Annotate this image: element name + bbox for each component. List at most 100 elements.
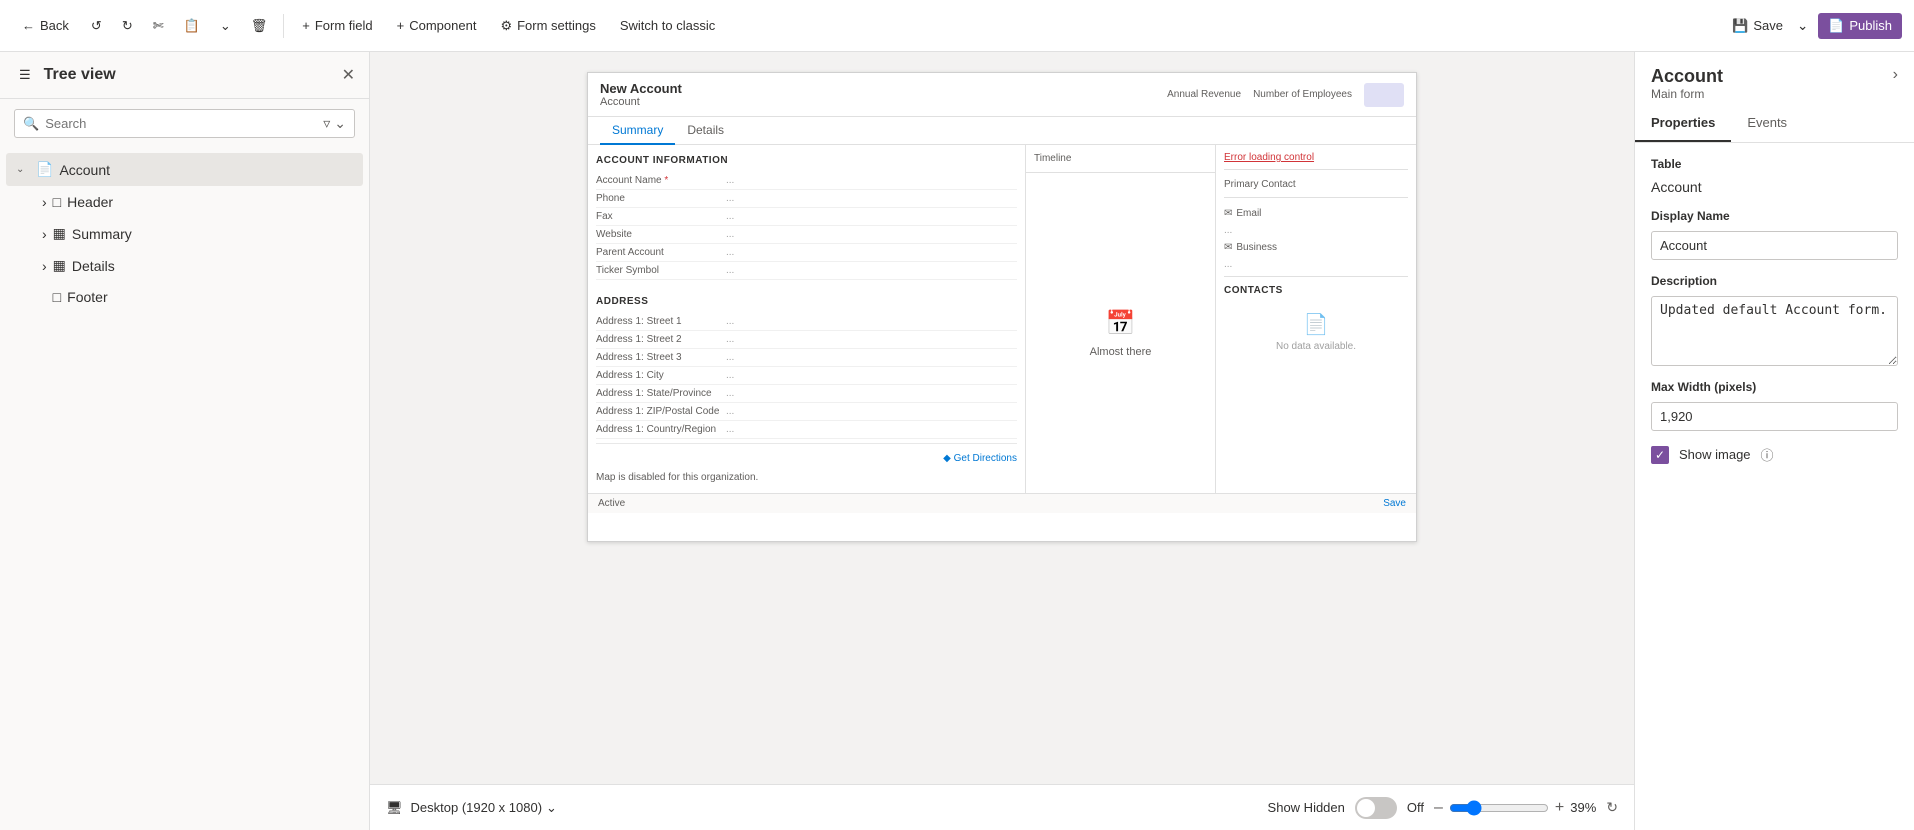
tree-item-footer[interactable]: › □ Footer	[6, 282, 363, 312]
address-section: ADDRESS Address 1: Street 1 ... Address …	[588, 286, 1025, 493]
show-image-checkbox[interactable]: ✓	[1651, 446, 1669, 464]
form-settings-label: Form settings	[517, 18, 596, 33]
hamburger-button[interactable]: ☰	[14, 64, 36, 86]
save-button[interactable]: 💾 Save	[1724, 13, 1791, 39]
form-save-btn[interactable]: Save	[1383, 498, 1406, 509]
search-input[interactable]	[45, 116, 317, 131]
form-field-button[interactable]: + Form field	[292, 13, 382, 38]
desktop-dropdown[interactable]: Desktop (1920 x 1080) ⌄	[411, 800, 557, 816]
filter-chevron-button[interactable]: ⌄	[334, 115, 346, 132]
right-panel-header: Account Main form ›	[1635, 52, 1914, 105]
form-status: Active	[598, 498, 625, 509]
description-section: Description Updated default Account form…	[1651, 274, 1898, 366]
display-name-input[interactable]	[1651, 231, 1898, 260]
tree-item-account[interactable]: ⌄ 📄 Account	[6, 153, 363, 186]
display-name-label: Display Name	[1651, 209, 1898, 223]
right-tabs: Properties Events	[1635, 105, 1914, 143]
form-settings-button[interactable]: ⚙ Form settings	[490, 13, 605, 39]
description-label: Description	[1651, 274, 1898, 288]
field-street3: Address 1: Street 3 ...	[596, 349, 1017, 367]
form-preview-title: New Account	[600, 81, 682, 96]
publish-button[interactable]: 📄 Publish	[1818, 13, 1902, 39]
no-data-label: No data available.	[1276, 341, 1356, 352]
field-website: Website ...	[596, 226, 1017, 244]
description-textarea[interactable]: Updated default Account form.	[1651, 296, 1898, 366]
component-button[interactable]: + Component	[387, 13, 487, 38]
tab-summary[interactable]: Summary	[600, 117, 675, 145]
desktop-label: Desktop (1920 x 1080)	[411, 800, 543, 815]
tree-item-summary-label: Summary	[72, 226, 132, 242]
monitor-icon: 🖥	[386, 800, 403, 816]
back-icon: ←	[22, 18, 35, 33]
info-icon[interactable]: ⓘ	[1761, 445, 1774, 464]
business-val: ...	[1224, 259, 1408, 270]
redo-button[interactable]: ↻	[114, 13, 141, 39]
bottom-left: 🖥 Desktop (1920 x 1080) ⌄	[386, 800, 557, 816]
back-button[interactable]: ← Back	[12, 13, 79, 38]
plus-icon-1: +	[302, 18, 310, 33]
tab-properties[interactable]: Properties	[1635, 105, 1731, 142]
zoom-percentage: 39%	[1570, 800, 1596, 815]
zoom-slider[interactable]	[1449, 800, 1549, 816]
tree-item-footer-label: Footer	[67, 289, 107, 305]
panel-close-button[interactable]: ✕	[342, 65, 355, 85]
undo-button[interactable]: ↺	[83, 13, 110, 39]
max-width-label: Max Width (pixels)	[1651, 380, 1898, 394]
tree-item-header[interactable]: › □ Header	[6, 187, 363, 217]
business-icon: ✉	[1224, 242, 1232, 253]
max-width-input[interactable]	[1651, 402, 1898, 431]
cut-button[interactable]: ✄	[145, 13, 172, 39]
error-loading-link[interactable]: Error loading control	[1224, 152, 1314, 163]
get-directions-row: ◆ Get Directions	[596, 443, 1017, 468]
field-city: Address 1: City ...	[596, 367, 1017, 385]
form-right-column: Error loading control Primary Contact ✉ …	[1216, 145, 1416, 493]
table-label: Table	[1651, 157, 1898, 171]
switch-classic-label: Switch to classic	[620, 18, 715, 33]
show-hidden-label: Show Hidden	[1268, 800, 1345, 815]
right-panel-chevron-button[interactable]: ›	[1893, 66, 1898, 84]
tree-item-summary[interactable]: › ▦ Summary	[6, 218, 363, 249]
field-fax: Fax ...	[596, 208, 1017, 226]
field-ticker: Ticker Symbol ...	[596, 262, 1017, 280]
publish-label: Publish	[1849, 18, 1892, 33]
toggle-track[interactable]	[1355, 797, 1397, 819]
tab-details[interactable]: Details	[675, 117, 736, 145]
email-row: ✉ Email	[1224, 202, 1408, 225]
dropdown-button[interactable]: ⌄	[212, 13, 239, 39]
field-zip: Address 1: ZIP/Postal Code ...	[596, 403, 1017, 421]
save-icon: 💾	[1732, 18, 1748, 34]
chevron-down-icon: ⌄	[16, 164, 30, 175]
save-chevron-button[interactable]: ⌄	[1791, 13, 1814, 39]
filter-button[interactable]: ▿	[323, 115, 330, 132]
account-info-section: ACCOUNT INFORMATION Account Name * ... P…	[588, 145, 1025, 286]
account-icon: 📄	[36, 161, 53, 178]
tree-item-header-label: Header	[67, 194, 113, 210]
reset-zoom-button[interactable]: ↻	[1606, 799, 1618, 816]
show-hidden-toggle[interactable]	[1355, 797, 1397, 819]
show-image-row: ✓ Show image ⓘ	[1651, 445, 1898, 464]
employees-label: Number of Employees	[1253, 89, 1352, 100]
show-image-label: Show image	[1679, 447, 1751, 462]
table-value: Account	[1651, 179, 1898, 195]
timeline-label: Timeline	[1026, 145, 1215, 173]
divider-1	[1224, 169, 1408, 170]
tab-events[interactable]: Events	[1731, 105, 1803, 142]
zoom-minus-button[interactable]: –	[1434, 799, 1443, 817]
switch-classic-button[interactable]: Switch to classic	[610, 13, 725, 38]
no-data-section: 📄 No data available.	[1224, 296, 1408, 368]
field-phone: Phone ...	[596, 190, 1017, 208]
tree-item-details-label: Details	[72, 258, 115, 274]
zoom-plus-button[interactable]: +	[1555, 799, 1564, 817]
address-title: ADDRESS	[596, 296, 1017, 307]
email-icon: ✉	[1224, 208, 1232, 219]
divider-3	[1224, 276, 1408, 277]
annual-revenue-label: Annual Revenue	[1167, 89, 1241, 100]
summary-icon: ▦	[53, 225, 66, 242]
separator-1	[283, 14, 284, 38]
copy-button[interactable]: 📋	[176, 13, 208, 39]
get-directions-link[interactable]: ◆ Get Directions	[943, 453, 1017, 464]
plus-icon-2: +	[397, 18, 405, 33]
delete-button[interactable]: 🗑	[243, 13, 276, 39]
bottom-right: Show Hidden Off – + 39% ↻	[1268, 797, 1618, 819]
tree-item-details[interactable]: › ▦ Details	[6, 250, 363, 281]
